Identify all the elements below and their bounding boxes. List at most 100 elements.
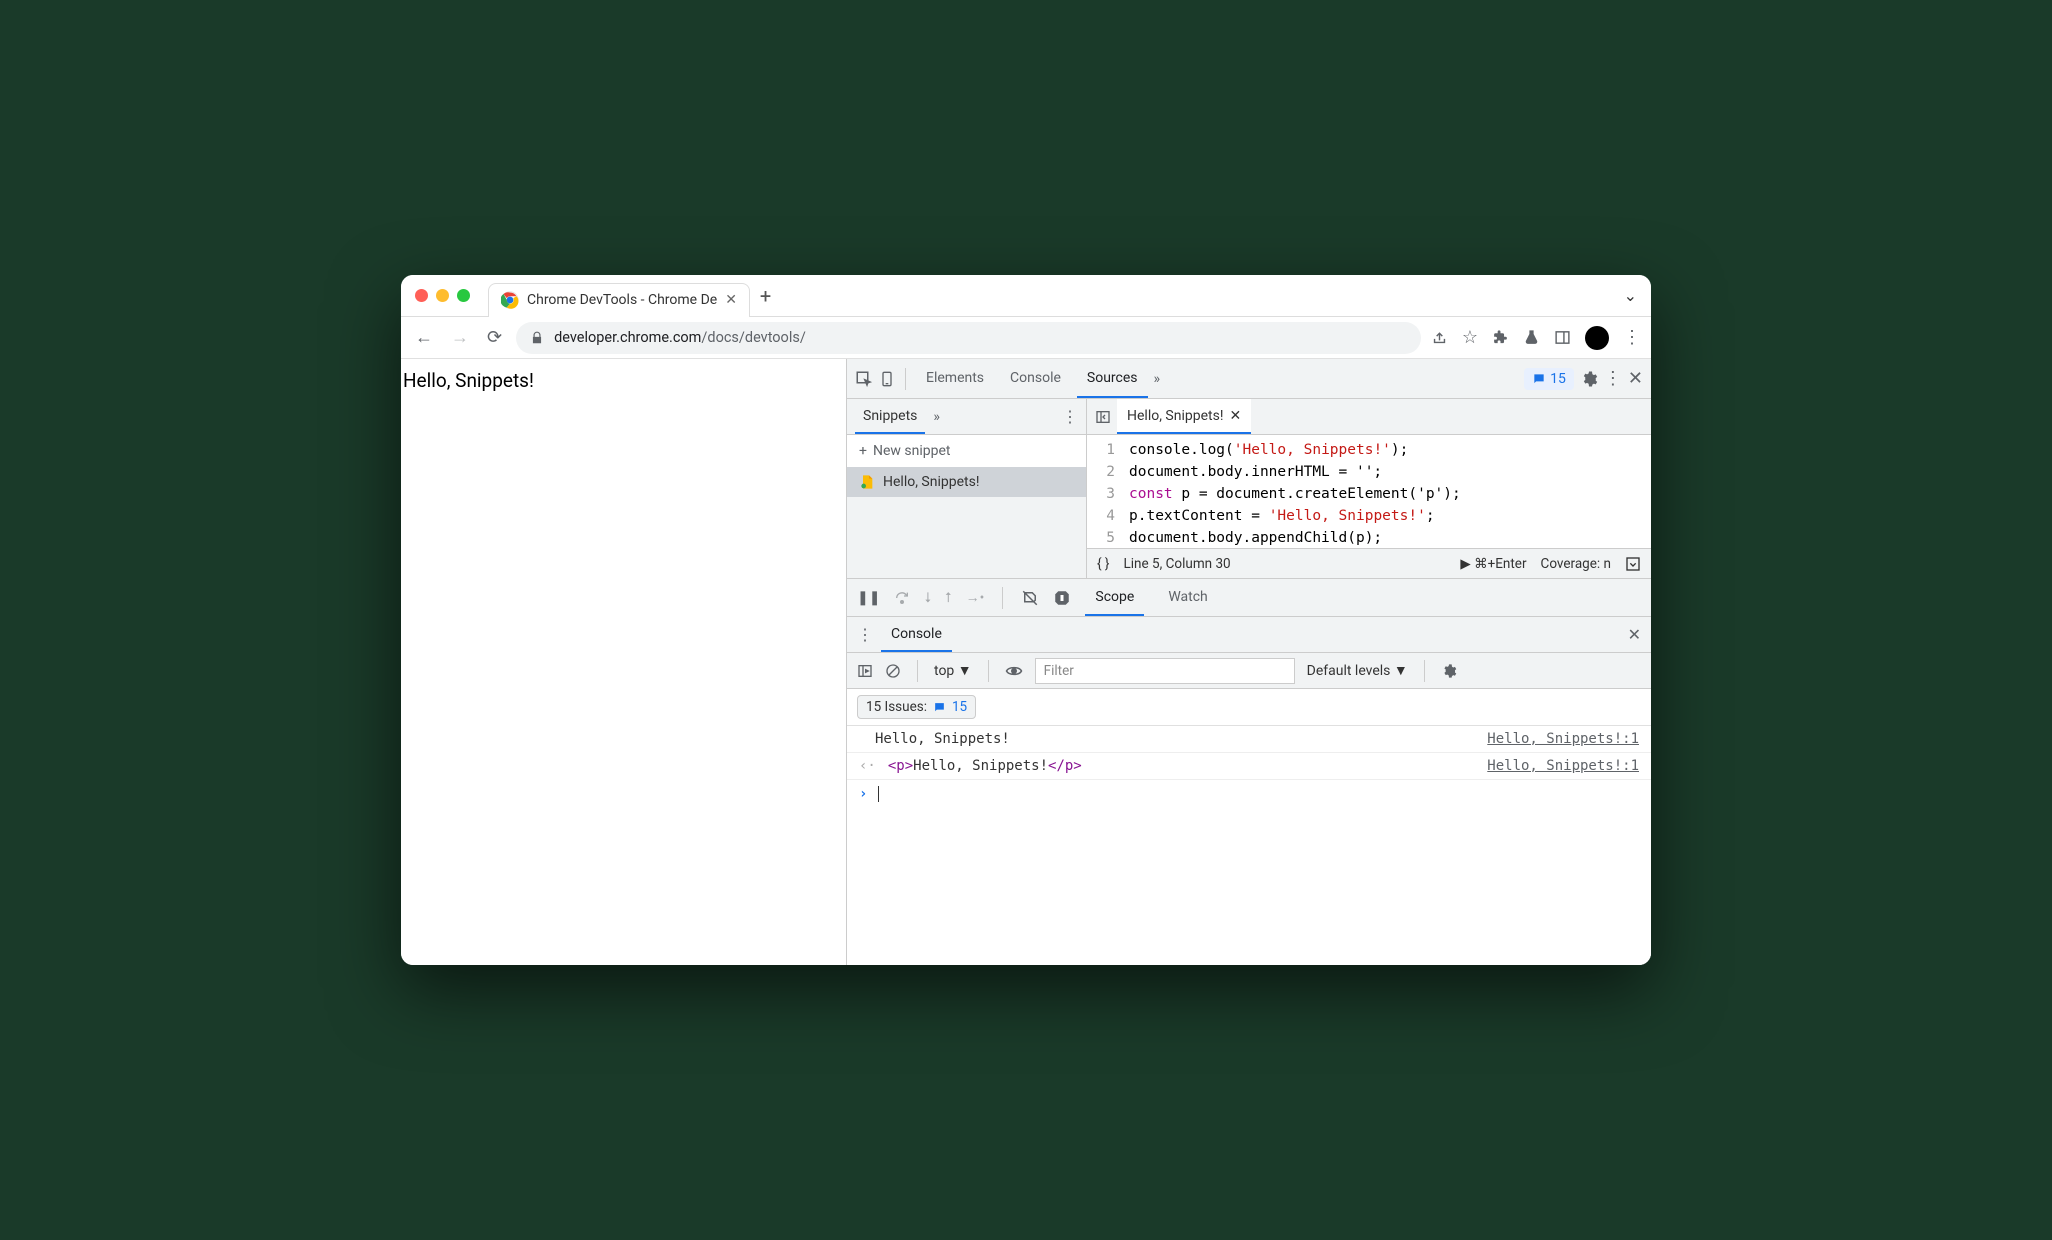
- chrome-menu-button[interactable]: ⋮: [1623, 327, 1641, 348]
- share-icon[interactable]: [1431, 329, 1448, 346]
- toolbar-actions: ☆ ⋮: [1431, 326, 1641, 350]
- sidepanel-icon[interactable]: [1554, 329, 1571, 346]
- console-sidebar-icon[interactable]: [857, 663, 873, 679]
- issues-row: 15 Issues: 15: [847, 689, 1651, 726]
- console-drawer-tab[interactable]: Console: [881, 617, 952, 652]
- devtools-main-tabs: Elements Console Sources » 15 ⋮ ✕: [847, 359, 1651, 399]
- tab-elements[interactable]: Elements: [916, 359, 994, 398]
- browser-toolbar: ← → ⟳ developer.chrome.com/docs/devtools…: [401, 317, 1651, 359]
- navigator-menu[interactable]: ⋮: [1062, 407, 1078, 426]
- console-drawer-header: ⋮ Console ✕: [847, 617, 1651, 653]
- labs-icon[interactable]: [1523, 329, 1540, 346]
- step-icon[interactable]: →•: [966, 589, 985, 606]
- devtools-panel: Elements Console Sources » 15 ⋮ ✕ Snippe…: [846, 359, 1651, 965]
- browser-window: Chrome DevTools - Chrome De ✕ + ⌄ ← → ⟳ …: [401, 275, 1651, 965]
- filter-input[interactable]: Filter: [1035, 658, 1295, 684]
- address-bar[interactable]: developer.chrome.com/docs/devtools/: [516, 322, 1421, 354]
- watch-tab[interactable]: Watch: [1158, 579, 1217, 616]
- reload-button[interactable]: ⟳: [483, 323, 506, 352]
- profile-avatar[interactable]: [1585, 326, 1609, 350]
- scope-tab[interactable]: Scope: [1085, 579, 1144, 616]
- console-log-row: Hello, Snippets! Hello, Snippets!:1: [847, 726, 1651, 753]
- navigator-pane: Snippets » ⋮ + New snippet Hello, Snippe…: [847, 399, 1087, 578]
- code-editor[interactable]: 12345 console.log('Hello, Snippets!');do…: [1087, 435, 1651, 548]
- url-path: /docs/devtools/: [701, 329, 805, 346]
- coverage-label[interactable]: Coverage: n: [1541, 556, 1611, 572]
- dropdown-icon[interactable]: [1625, 556, 1641, 572]
- toggle-navigator-icon[interactable]: [1095, 409, 1111, 425]
- editor-tabs: Hello, Snippets! ✕: [1087, 399, 1651, 435]
- log-levels-selector[interactable]: Default levels ▼: [1307, 662, 1408, 679]
- devtools-menu-button[interactable]: ⋮: [1604, 368, 1622, 389]
- close-file-button[interactable]: ✕: [1229, 408, 1241, 424]
- content-area: Hello, Snippets! Elements Console Source…: [401, 359, 1651, 965]
- minimize-window-button[interactable]: [436, 289, 449, 302]
- sources-panel: Snippets » ⋮ + New snippet Hello, Snippe…: [847, 399, 1651, 579]
- deactivate-breakpoints-icon[interactable]: [1021, 589, 1039, 607]
- debugger-toolbar: ❚❚ ⭣ ⭡ →• Scope Watch: [847, 579, 1651, 617]
- snippet-file-icon: [859, 474, 875, 490]
- titlebar: Chrome DevTools - Chrome De ✕ + ⌄: [401, 275, 1651, 317]
- chrome-icon: [501, 291, 519, 309]
- close-window-button[interactable]: [415, 289, 428, 302]
- console-toolbar: top ▼ Filter Default levels ▼: [847, 653, 1651, 689]
- chat-icon: [933, 701, 946, 714]
- navigator-more-tabs[interactable]: »: [933, 409, 940, 425]
- line-gutter: 12345: [1087, 435, 1121, 548]
- console-messages: Hello, Snippets! Hello, Snippets!:1 ‹·<p…: [847, 726, 1651, 808]
- console-drawer: ⋮ Console ✕ top ▼ Filter Default levels …: [847, 617, 1651, 965]
- editor-status-bar: { } Line 5, Column 30 ▶ ⌘+Enter Coverage…: [1087, 548, 1651, 578]
- navigator-tabs: Snippets » ⋮: [847, 399, 1086, 435]
- bookmark-button[interactable]: ☆: [1462, 327, 1478, 348]
- inspect-icon[interactable]: [855, 370, 873, 388]
- clear-console-icon[interactable]: [885, 663, 901, 679]
- lock-icon: [530, 331, 544, 345]
- new-tab-button[interactable]: +: [760, 284, 771, 308]
- snippet-file[interactable]: Hello, Snippets!: [847, 467, 1086, 497]
- editor-pane: Hello, Snippets! ✕ 12345 console.log('He…: [1087, 399, 1651, 578]
- tab-sources[interactable]: Sources: [1077, 359, 1148, 398]
- url-domain: developer.chrome.com: [554, 329, 701, 346]
- context-selector[interactable]: top ▼: [934, 662, 972, 679]
- editor-file-tab[interactable]: Hello, Snippets! ✕: [1117, 399, 1251, 434]
- snippets-tab[interactable]: Snippets: [855, 399, 925, 434]
- drawer-menu-button[interactable]: ⋮: [857, 625, 873, 644]
- chat-icon: [1532, 372, 1546, 386]
- cursor-position: Line 5, Column 30: [1124, 556, 1231, 572]
- code-lines: console.log('Hello, Snippets!');document…: [1121, 435, 1651, 548]
- step-out-icon[interactable]: ⭡: [945, 590, 952, 606]
- issues-badge[interactable]: 15: [1524, 368, 1574, 390]
- source-link[interactable]: Hello, Snippets!:1: [1487, 731, 1639, 747]
- extensions-icon[interactable]: [1492, 329, 1509, 346]
- webpage-viewport: Hello, Snippets!: [401, 359, 846, 965]
- tabs-overflow-button[interactable]: ⌄: [1624, 286, 1637, 305]
- plus-icon: +: [859, 443, 867, 459]
- pretty-print-icon[interactable]: { }: [1097, 556, 1110, 572]
- console-return-row: ‹·<p>Hello, Snippets!</p> Hello, Snippet…: [847, 753, 1651, 780]
- close-tab-button[interactable]: ✕: [725, 292, 737, 308]
- forward-button[interactable]: →: [447, 323, 473, 352]
- back-button[interactable]: ←: [411, 323, 437, 352]
- console-settings-icon[interactable]: [1441, 663, 1457, 679]
- step-over-icon[interactable]: [894, 590, 910, 606]
- close-devtools-button[interactable]: ✕: [1628, 368, 1643, 389]
- browser-tab[interactable]: Chrome DevTools - Chrome De ✕: [488, 283, 750, 317]
- console-prompt[interactable]: ›: [847, 780, 1651, 808]
- close-drawer-button[interactable]: ✕: [1628, 625, 1641, 644]
- page-text: Hello, Snippets!: [403, 369, 534, 392]
- run-snippet-button[interactable]: ▶ ⌘+Enter: [1460, 556, 1526, 572]
- maximize-window-button[interactable]: [457, 289, 470, 302]
- window-controls: [415, 289, 470, 302]
- step-into-icon[interactable]: ⭣: [924, 590, 931, 606]
- issues-button[interactable]: 15 Issues: 15: [857, 695, 976, 719]
- device-toggle-icon[interactable]: [879, 371, 895, 387]
- pause-on-exceptions-icon[interactable]: [1053, 589, 1071, 607]
- source-link[interactable]: Hello, Snippets!:1: [1487, 758, 1639, 774]
- settings-icon[interactable]: [1580, 370, 1598, 388]
- new-snippet-button[interactable]: + New snippet: [847, 435, 1086, 467]
- tab-console[interactable]: Console: [1000, 359, 1071, 398]
- tab-title: Chrome DevTools - Chrome De: [527, 292, 717, 308]
- live-expression-icon[interactable]: [1005, 662, 1023, 680]
- more-tabs-button[interactable]: »: [1154, 371, 1161, 387]
- pause-button[interactable]: ❚❚: [857, 590, 880, 606]
